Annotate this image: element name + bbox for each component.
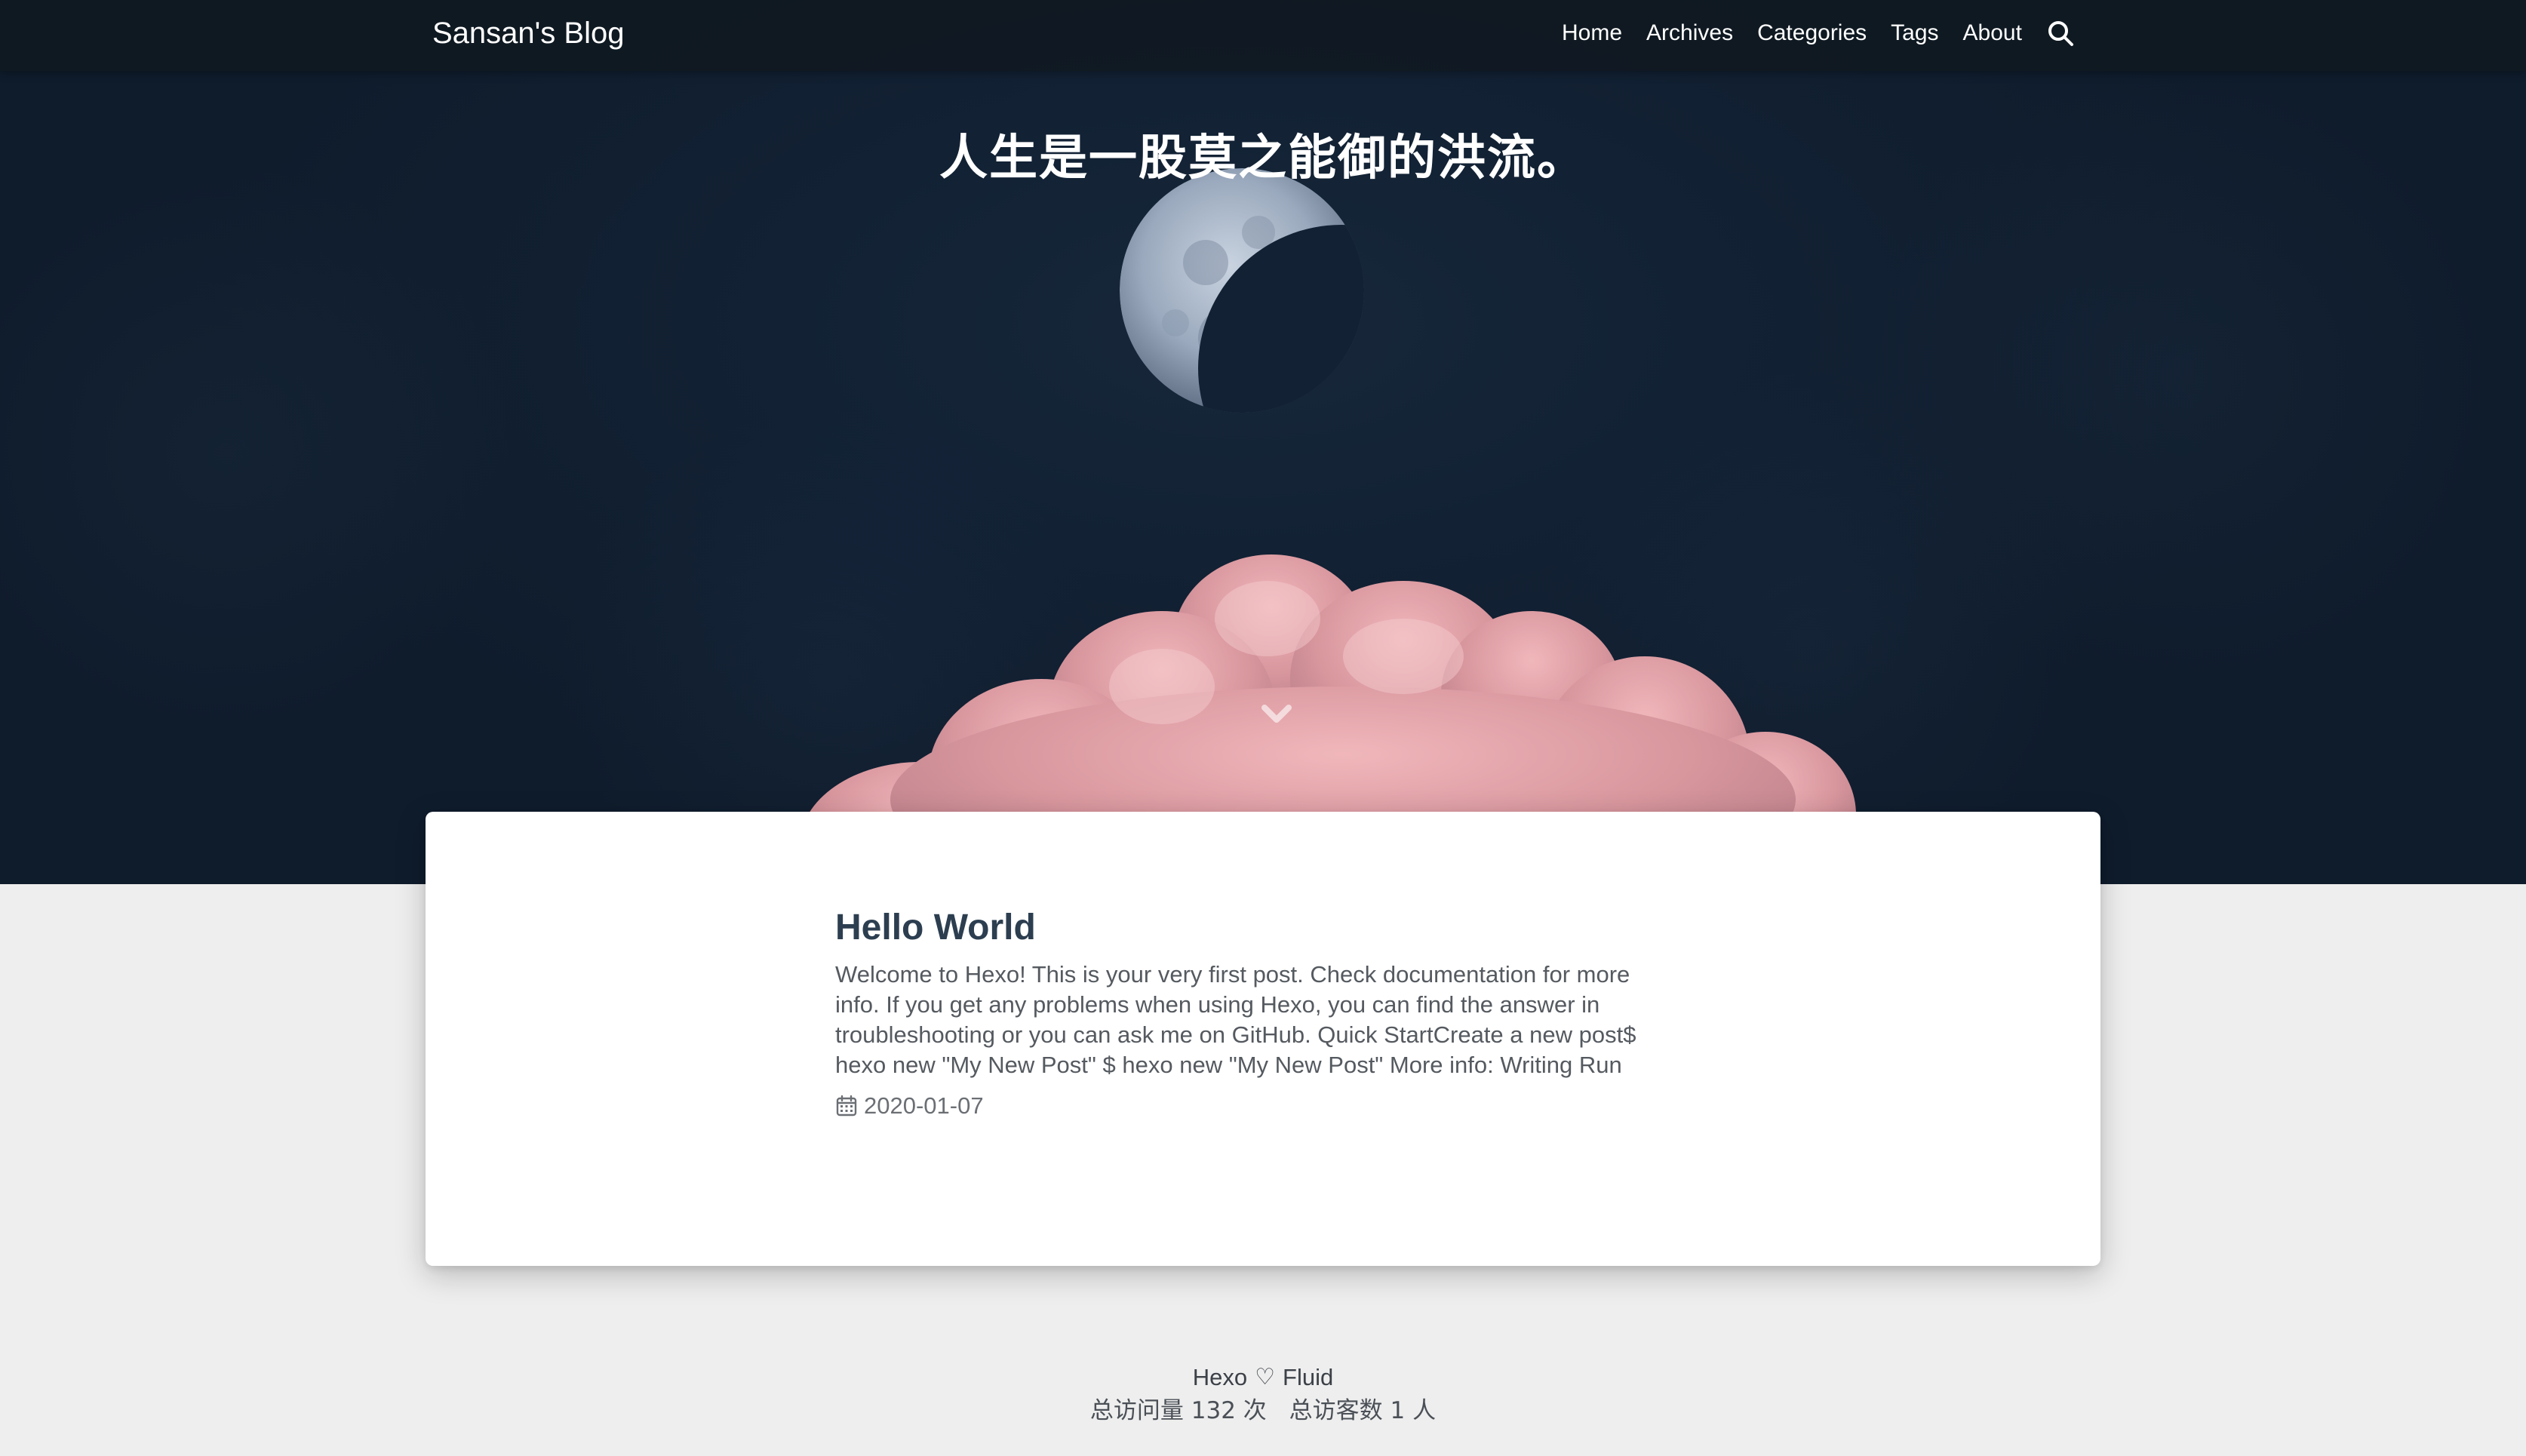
- total-visitors-text: 总访客数 1 人: [1289, 1397, 1437, 1424]
- hero-slogan: 人生是一股莫之能御的洪流。: [939, 131, 1587, 186]
- hero-banner: 人生是一股莫之能御的洪流。: [0, 0, 2526, 884]
- nav-item-categories[interactable]: Categories: [1757, 18, 1867, 48]
- moon-image: [1120, 168, 1364, 413]
- site-brand-link[interactable]: Sansan's Blog: [432, 15, 624, 51]
- top-navbar: Sansan's Blog Home Archives Categories T…: [0, 0, 2526, 71]
- nav-item-tags[interactable]: Tags: [1891, 18, 1938, 48]
- hexo-link[interactable]: Hexo: [1193, 1361, 1247, 1394]
- chevron-down-icon[interactable]: [1260, 700, 1293, 727]
- post-title-link[interactable]: Hello World: [835, 905, 1665, 951]
- search-icon[interactable]: [2046, 18, 2076, 48]
- nav-item-about[interactable]: About: [1963, 18, 2022, 48]
- total-views-text: 总访问量 132 次: [1089, 1397, 1267, 1424]
- footer-credits: Hexo ♡ Fluid: [0, 1361, 2526, 1394]
- calendar-icon: [836, 1095, 857, 1117]
- nav-item-archives[interactable]: Archives: [1646, 18, 1733, 48]
- nav-item-home[interactable]: Home: [1562, 18, 1622, 48]
- post-list-card: Hello World Welcome to Hexo! This is you…: [426, 812, 2100, 1266]
- post-meta: 2020-01-07: [835, 1091, 1665, 1121]
- post-item: Hello World Welcome to Hexo! This is you…: [835, 905, 1665, 1121]
- post-excerpt[interactable]: Welcome to Hexo! This is your very first…: [835, 960, 1665, 1080]
- post-date: 2020-01-07: [864, 1092, 984, 1119]
- heart-icon: ♡: [1255, 1364, 1276, 1390]
- footer: Hexo ♡ Fluid 总访问量 132 次 总访客数 1 人: [0, 1361, 2526, 1427]
- footer-statistics: 总访问量 132 次 总访客数 1 人: [0, 1394, 2526, 1427]
- nav-menu: Home Archives Categories Tags About: [1562, 17, 2022, 50]
- fluid-link[interactable]: Fluid: [1283, 1361, 1333, 1394]
